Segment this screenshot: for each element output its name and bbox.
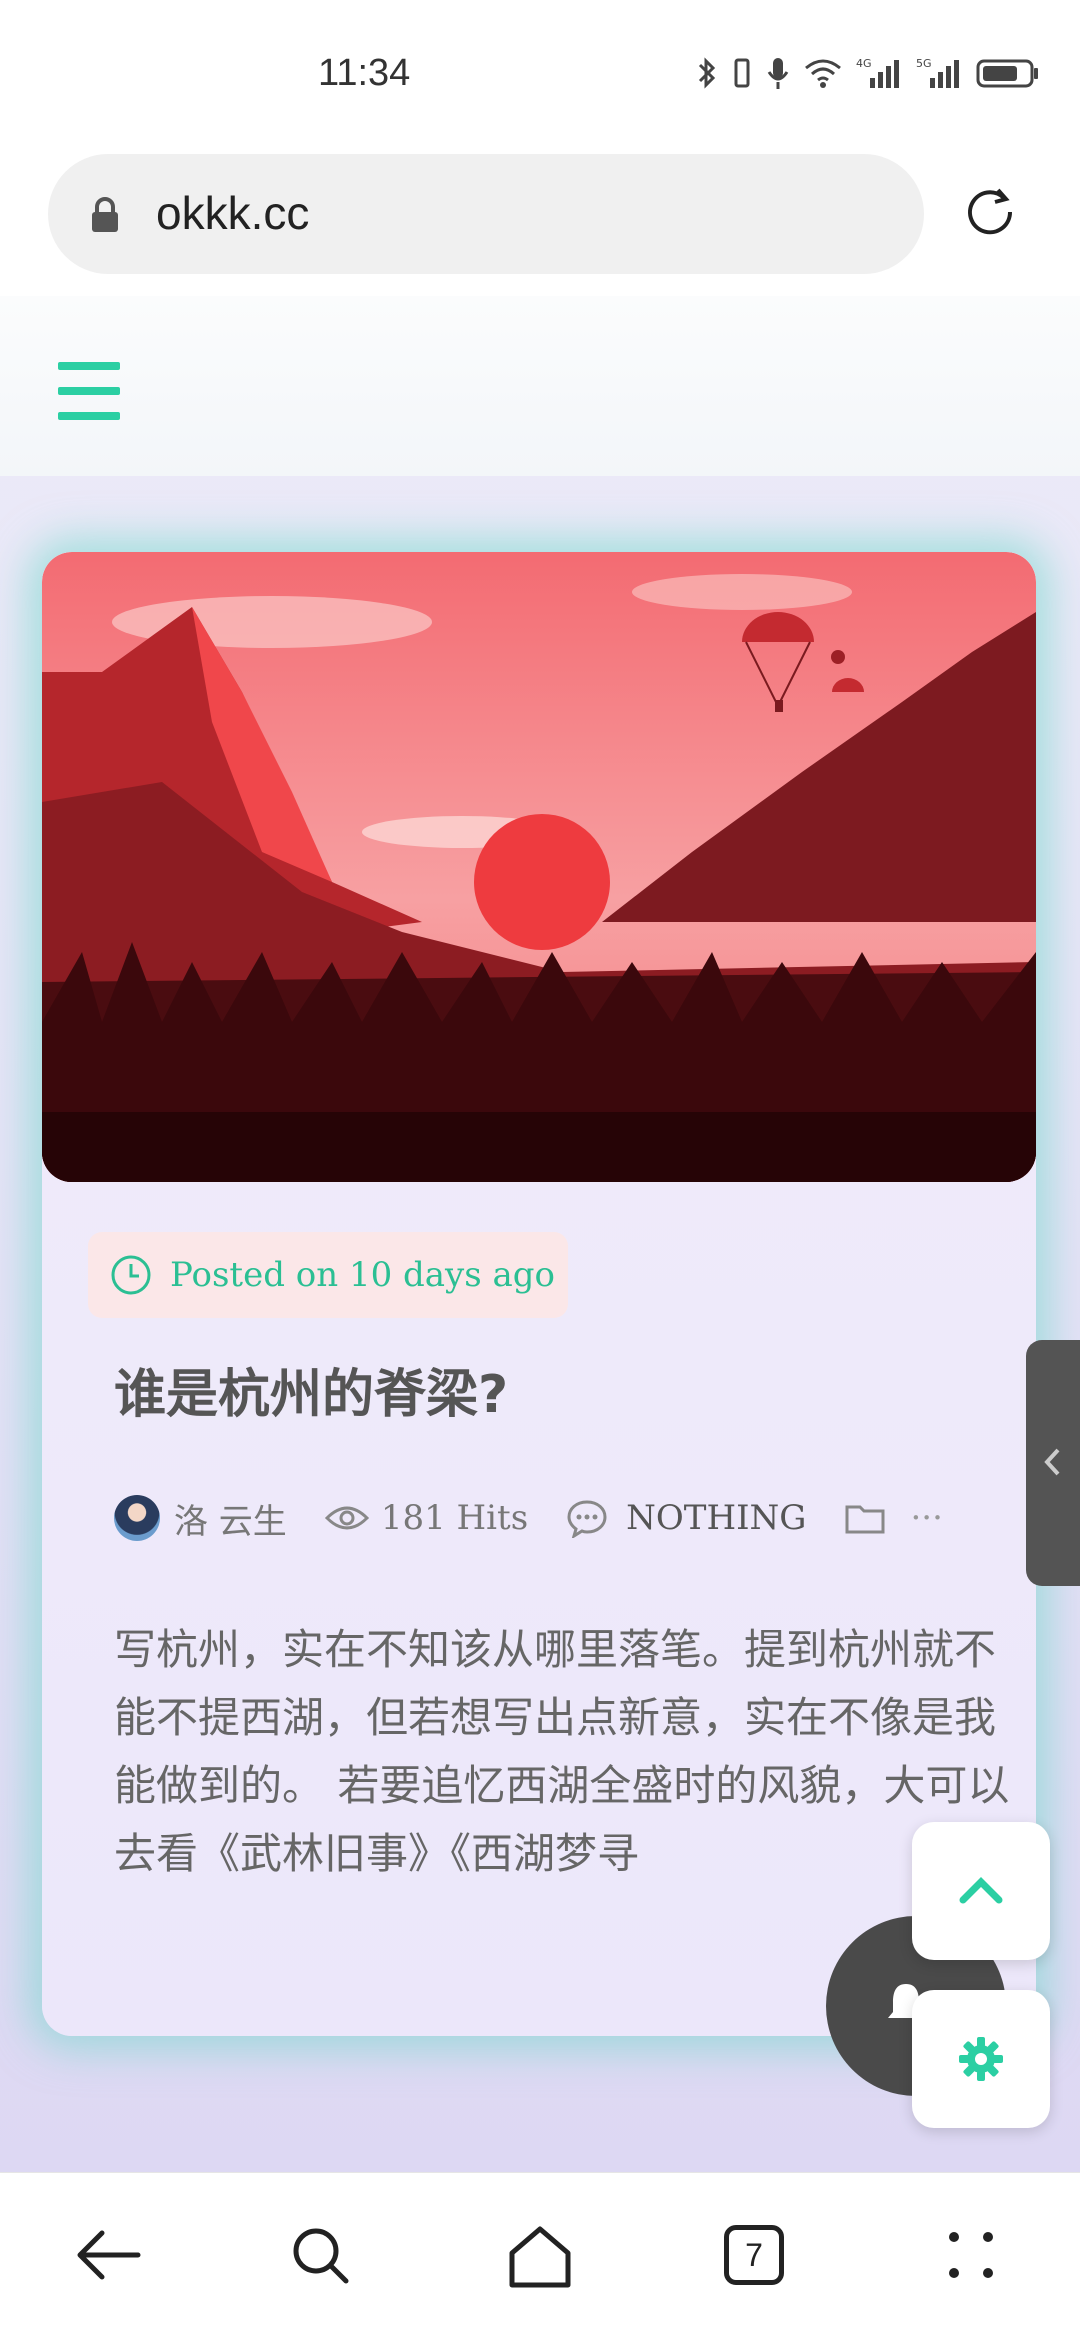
home-icon[interactable] xyxy=(506,2225,574,2289)
gear-icon xyxy=(959,2037,1003,2081)
post-date: Posted on 10 days ago xyxy=(170,1255,556,1295)
status-icons: 4G 5G xyxy=(696,56,1040,90)
avatar xyxy=(114,1495,160,1541)
more-dots: ··· xyxy=(910,1498,943,1538)
post-meta: 洛 云生 181 Hits NOTHING ··· xyxy=(114,1488,943,1548)
svg-text:5G: 5G xyxy=(916,57,932,70)
vibrate-icon xyxy=(734,58,750,88)
menu-icon[interactable] xyxy=(58,362,120,420)
post-category[interactable]: ··· xyxy=(844,1498,943,1538)
author-name: 洛 云生 xyxy=(174,1501,287,1542)
tabs-button[interactable]: 7 xyxy=(724,2225,784,2285)
post-author[interactable]: 洛 云生 xyxy=(114,1494,287,1543)
site-header xyxy=(0,296,1080,476)
post-title[interactable]: 谁是杭州的脊梁? xyxy=(114,1352,508,1427)
comment-icon xyxy=(567,1500,607,1538)
address-bar[interactable]: okkk.cc xyxy=(48,154,924,274)
bluetooth-icon xyxy=(698,57,716,89)
tabs-count: 7 xyxy=(745,2236,763,2273)
signal-5g-icon: 5G xyxy=(916,57,959,88)
post-hits: 181 Hits xyxy=(324,1498,529,1538)
status-bar: 11:34 4G 5G xyxy=(0,0,1080,150)
browser-toolbar: okkk.cc xyxy=(0,150,1080,296)
post-card[interactable]: Posted on 10 days ago 谁是杭州的脊梁? 洛 云生 181 … xyxy=(42,552,1036,2036)
post-date-badge: Posted on 10 days ago xyxy=(88,1232,568,1318)
url-text[interactable]: okkk.cc xyxy=(156,186,309,240)
search-icon[interactable] xyxy=(290,2225,352,2287)
back-icon[interactable] xyxy=(74,2225,144,2285)
settings-button[interactable] xyxy=(912,1990,1050,2128)
lock-icon xyxy=(92,197,118,232)
browser-bottom-nav: 7 xyxy=(0,2172,1080,2341)
more-menu-icon[interactable] xyxy=(946,2225,996,2285)
chevron-up-icon xyxy=(959,1877,1003,1904)
side-drawer-tab[interactable] xyxy=(1026,1340,1080,1586)
scroll-to-top-button[interactable] xyxy=(912,1822,1050,1960)
wifi-icon xyxy=(805,59,841,88)
clock-icon xyxy=(111,1255,151,1295)
folder-icon xyxy=(845,1505,885,1534)
hits-count: 181 Hits xyxy=(380,1498,529,1538)
comments-label: NOTHING xyxy=(626,1498,807,1538)
status-time: 11:34 xyxy=(318,52,411,94)
battery-icon xyxy=(976,59,1038,88)
signal-4g-icon: 4G xyxy=(856,57,899,88)
mic-icon xyxy=(767,58,789,89)
post-comments[interactable]: NOTHING xyxy=(566,1498,806,1538)
post-excerpt: 写杭州，实在不知该从哪里落笔。提到杭州就不能不提西湖，但若想写出点新意，实在不像… xyxy=(114,1625,1010,1878)
web-page: Posted on 10 days ago 谁是杭州的脊梁? 洛 云生 181 … xyxy=(0,296,1080,2172)
chevron-left-icon xyxy=(1044,1448,1060,1476)
eye-icon xyxy=(324,1506,369,1530)
post-cover-image[interactable] xyxy=(42,552,1036,1182)
reload-icon[interactable] xyxy=(958,180,1022,244)
svg-text:4G: 4G xyxy=(856,57,872,70)
